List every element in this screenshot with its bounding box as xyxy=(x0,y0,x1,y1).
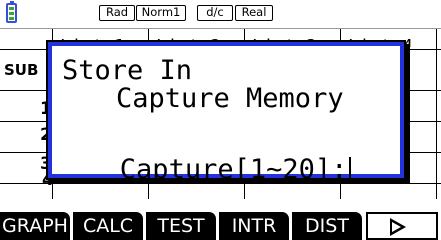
angle-mode-badge: Rad xyxy=(99,5,135,21)
f4-intr-key[interactable]: INTR xyxy=(219,212,289,240)
store-capture-dialog: Store In Capture Memory Capture[1~20]: xyxy=(48,42,404,185)
dialog-subtitle: Capture Memory xyxy=(116,83,344,114)
right-triangle-icon xyxy=(390,218,406,236)
sub-row-label: SUB xyxy=(4,61,39,79)
capture-prompt: Capture[1~20]: xyxy=(119,154,348,185)
fraction-mode-badge: d/c xyxy=(197,5,233,21)
calculator-screen: Rad Norm1 d/c Real List 1 List 2 List 3 … xyxy=(0,0,441,240)
f1-graph-key[interactable]: GRAPH xyxy=(0,212,70,240)
function-key-bar: GRAPH CALC TEST INTR DIST xyxy=(0,212,441,240)
f2-calc-key[interactable]: CALC xyxy=(73,212,143,240)
table-column-divider xyxy=(436,29,437,199)
status-bar: Rad Norm1 d/c Real xyxy=(0,0,441,30)
text-cursor xyxy=(349,157,352,181)
complex-mode-badge: Real xyxy=(235,5,273,21)
f6-more-key[interactable] xyxy=(366,212,438,240)
dialog-title: Store In xyxy=(62,55,193,86)
f5-dist-key[interactable]: DIST xyxy=(292,212,362,240)
capture-number-input[interactable]: Capture[1~20]: xyxy=(62,136,352,204)
battery-icon xyxy=(6,1,17,23)
f3-test-key[interactable]: TEST xyxy=(146,212,216,240)
display-mode-badge: Norm1 xyxy=(136,5,186,21)
